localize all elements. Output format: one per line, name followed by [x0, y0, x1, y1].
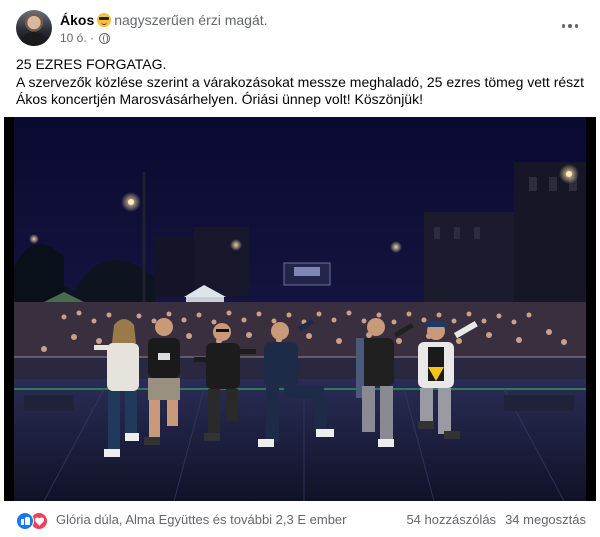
engagement-counts: 54 hozzászólás 34 megosztás — [406, 512, 586, 527]
facebook-post: Ákos nagyszerűen érzi magát. 10 ó. · 25 E… — [0, 0, 600, 537]
post-text: 25 EZRES FORGATAG. A szervezők közlése s… — [16, 56, 586, 109]
author-avatar[interactable] — [16, 10, 52, 46]
concert-photo-illustration — [4, 117, 596, 501]
author-name[interactable]: Ákos — [60, 12, 94, 28]
post-meta: 10 ó. · — [60, 31, 111, 45]
sunglasses-emoji-icon — [97, 13, 112, 27]
post-footer: Glória dúla, Alma Együttes és további 2,… — [16, 508, 586, 532]
post-photo[interactable] — [4, 117, 596, 501]
post-text-line: 25 EZRES FORGATAG. — [16, 56, 167, 72]
comments-count[interactable]: 54 hozzászólás — [406, 512, 496, 527]
post-text-line: Ákos koncertjén Marosvásárhelyen. Óriási… — [16, 91, 423, 107]
author-line: Ákos nagyszerűen érzi magát. — [60, 12, 268, 28]
post-header: Ákos nagyszerűen érzi magát. 10 ó. · — [16, 10, 586, 48]
reactions-summary[interactable]: Glória dúla, Alma Együttes és további 2,… — [56, 512, 347, 527]
more-options-icon[interactable] — [560, 16, 580, 36]
shares-count[interactable]: 34 megosztás — [505, 512, 586, 527]
globe-icon[interactable] — [99, 33, 111, 44]
like-reaction-icon[interactable] — [16, 512, 34, 530]
feeling-text: nagyszerűen érzi magát. — [114, 12, 268, 28]
post-text-line: A szervezők közlése szerint a várakozáso… — [16, 73, 585, 90]
post-timestamp[interactable]: 10 ó. — [60, 31, 87, 45]
